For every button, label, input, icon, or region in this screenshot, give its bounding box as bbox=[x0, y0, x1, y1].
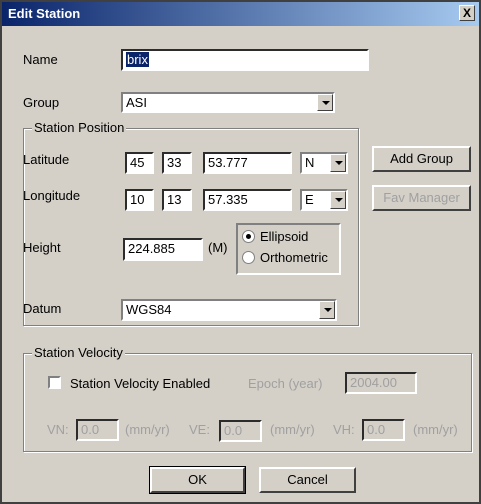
latitude-label: Latitude bbox=[23, 152, 70, 167]
vn-unit-label: (mm/yr) bbox=[125, 422, 170, 437]
group-value: ASI bbox=[126, 95, 147, 110]
longitude-label: Longitude bbox=[23, 188, 81, 203]
vh-label: VH: bbox=[333, 422, 355, 437]
station-velocity-legend: Station Velocity bbox=[32, 345, 125, 360]
vn-input[interactable]: 0.0 bbox=[76, 419, 119, 441]
latitude-hemisphere-value: N bbox=[305, 155, 315, 170]
latitude-seconds-input[interactable]: 53.777 bbox=[203, 152, 292, 174]
ve-input[interactable]: 0.0 bbox=[219, 420, 262, 442]
group-select[interactable]: ASI bbox=[121, 92, 335, 113]
station-position-legend: Station Position bbox=[32, 120, 127, 135]
longitude-seconds-input[interactable]: 57.335 bbox=[203, 189, 292, 211]
epoch-input[interactable]: 2004.00 bbox=[345, 372, 417, 394]
name-label: Name bbox=[23, 52, 58, 67]
chevron-down-icon[interactable] bbox=[330, 154, 346, 172]
velocity-enabled-checkbox[interactable] bbox=[48, 376, 61, 389]
ellipsoid-radio[interactable] bbox=[242, 230, 255, 243]
vh-unit-label: (mm/yr) bbox=[413, 422, 458, 437]
close-button[interactable]: X bbox=[459, 5, 475, 21]
group-label: Group bbox=[23, 95, 60, 110]
ve-label: VE: bbox=[189, 422, 210, 437]
velocity-enabled-label: Station Velocity Enabled bbox=[70, 376, 211, 391]
datum-value: WGS84 bbox=[126, 302, 172, 317]
datum-label: Datum bbox=[23, 301, 62, 316]
orthometric-label: Orthometric bbox=[260, 250, 328, 265]
longitude-hemisphere-select[interactable]: E bbox=[300, 189, 348, 211]
cancel-button[interactable]: Cancel bbox=[259, 467, 356, 493]
height-unit-label: (M) bbox=[208, 240, 228, 255]
chevron-down-icon[interactable] bbox=[317, 94, 333, 111]
orthometric-radio[interactable] bbox=[242, 251, 255, 264]
ellipsoid-label: Ellipsoid bbox=[260, 229, 309, 244]
name-value: brix bbox=[126, 52, 149, 67]
ok-button[interactable]: OK bbox=[149, 466, 246, 494]
height-input[interactable]: 224.885 bbox=[123, 238, 203, 261]
latitude-hemisphere-select[interactable]: N bbox=[300, 152, 348, 174]
longitude-degrees-input[interactable]: 10 bbox=[125, 189, 154, 211]
vh-input[interactable]: 0.0 bbox=[362, 419, 405, 441]
latitude-minutes-input[interactable]: 33 bbox=[162, 152, 192, 174]
title-bar[interactable]: Edit Station X bbox=[2, 2, 479, 26]
vn-label: VN: bbox=[47, 422, 69, 437]
ve-unit-label: (mm/yr) bbox=[270, 422, 315, 437]
epoch-label: Epoch (year) bbox=[248, 376, 323, 391]
height-label: Height bbox=[23, 240, 61, 255]
chevron-down-icon[interactable] bbox=[319, 301, 335, 319]
longitude-minutes-input[interactable]: 13 bbox=[162, 189, 192, 211]
edit-station-dialog: Edit Station X Name brix Group ASI Stati… bbox=[0, 0, 481, 504]
name-input[interactable]: brix bbox=[121, 49, 369, 71]
window-title: Edit Station bbox=[8, 6, 81, 21]
datum-select[interactable]: WGS84 bbox=[121, 299, 337, 321]
latitude-degrees-input[interactable]: 45 bbox=[125, 152, 154, 174]
add-group-button[interactable]: Add Group bbox=[372, 146, 471, 172]
longitude-hemisphere-value: E bbox=[305, 192, 314, 207]
chevron-down-icon[interactable] bbox=[330, 191, 346, 209]
fav-manager-button[interactable]: Fav Manager bbox=[372, 185, 471, 211]
